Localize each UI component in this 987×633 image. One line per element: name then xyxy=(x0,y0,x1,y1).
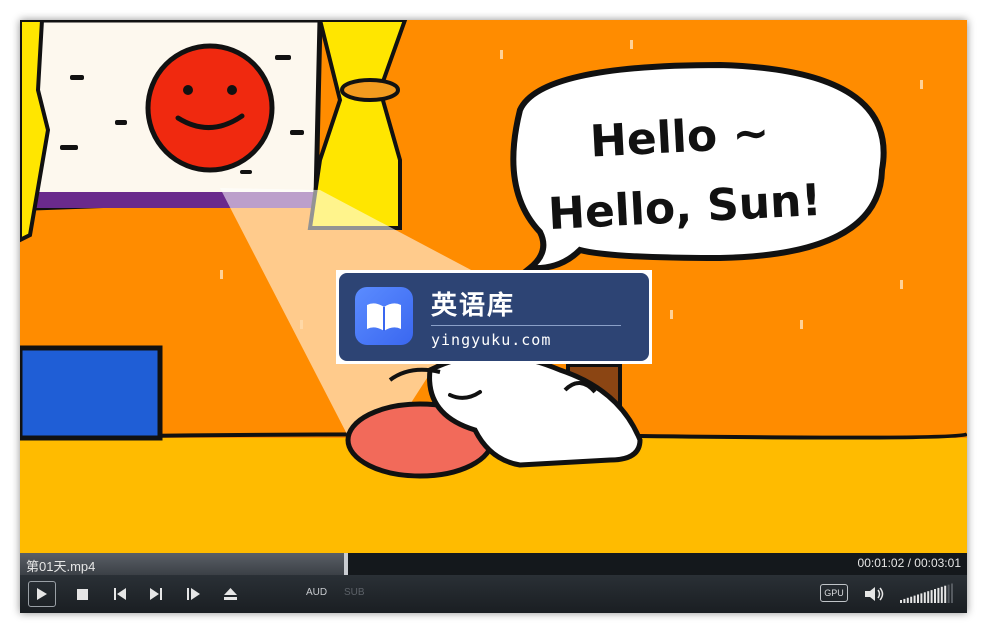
speaker-icon xyxy=(865,587,884,601)
volume-bar xyxy=(944,585,947,603)
audio-track-button[interactable]: AUD xyxy=(306,587,327,598)
seek-handle[interactable] xyxy=(344,553,348,575)
frame-step-icon xyxy=(187,588,200,600)
watermark-badge: 英语库 yingyuku.com xyxy=(336,270,652,364)
watermark-divider xyxy=(431,325,621,326)
stop-button[interactable] xyxy=(72,584,92,604)
player-window: Hello ~ Hello, Sun! 英语库 yingyuku.com 第01… xyxy=(20,20,967,613)
volume-bar xyxy=(927,591,930,603)
file-name: 第01天.mp4 xyxy=(26,559,96,574)
volume-bar xyxy=(947,584,950,603)
stop-icon xyxy=(76,588,88,600)
gpu-toggle[interactable]: GPU xyxy=(820,584,848,602)
speech-line-1: Hello ~ xyxy=(588,107,771,168)
volume-bar xyxy=(920,593,923,603)
current-time: 00:01:02 xyxy=(857,556,905,570)
volume-bars xyxy=(900,583,953,603)
next-button[interactable] xyxy=(146,584,166,604)
eject-icon xyxy=(223,588,237,600)
control-bar: AUD SUB GPU xyxy=(20,575,967,613)
watermark-subtitle: yingyuku.com xyxy=(431,331,552,349)
frame-step-button[interactable] xyxy=(184,584,204,604)
volume-bar xyxy=(910,596,913,603)
previous-icon xyxy=(114,588,126,600)
total-time: 00:03:01 xyxy=(914,556,961,570)
play-icon xyxy=(37,588,47,600)
watermark-title: 英语库 xyxy=(431,291,516,321)
open-book-icon xyxy=(355,287,413,345)
volume-bar xyxy=(900,600,902,603)
volume-bar xyxy=(903,598,906,603)
mute-button[interactable] xyxy=(864,584,886,604)
volume-bar xyxy=(937,587,940,603)
volume-bar xyxy=(917,594,919,603)
video-frame[interactable]: Hello ~ Hello, Sun! 英语库 yingyuku.com xyxy=(20,20,967,553)
eject-button[interactable] xyxy=(220,584,240,604)
watermark-panel: 英语库 yingyuku.com xyxy=(339,273,649,361)
volume-bar xyxy=(951,583,953,603)
volume-bar xyxy=(940,586,943,603)
volume-bar xyxy=(930,590,933,603)
next-icon xyxy=(150,588,162,600)
seek-bar[interactable]: 第01天.mp4 00:01:02 / 00:03:01 xyxy=(20,553,967,575)
time-display: 00:01:02 / 00:03:01 xyxy=(858,556,961,570)
volume-bar xyxy=(913,595,916,603)
volume-bar xyxy=(934,589,936,603)
subtitle-button[interactable]: SUB xyxy=(344,587,365,598)
volume-slider[interactable] xyxy=(900,583,956,605)
play-button[interactable] xyxy=(28,581,56,607)
previous-button[interactable] xyxy=(110,584,130,604)
time-separator: / xyxy=(904,556,915,570)
volume-bar xyxy=(906,597,909,603)
volume-bar xyxy=(923,592,926,603)
